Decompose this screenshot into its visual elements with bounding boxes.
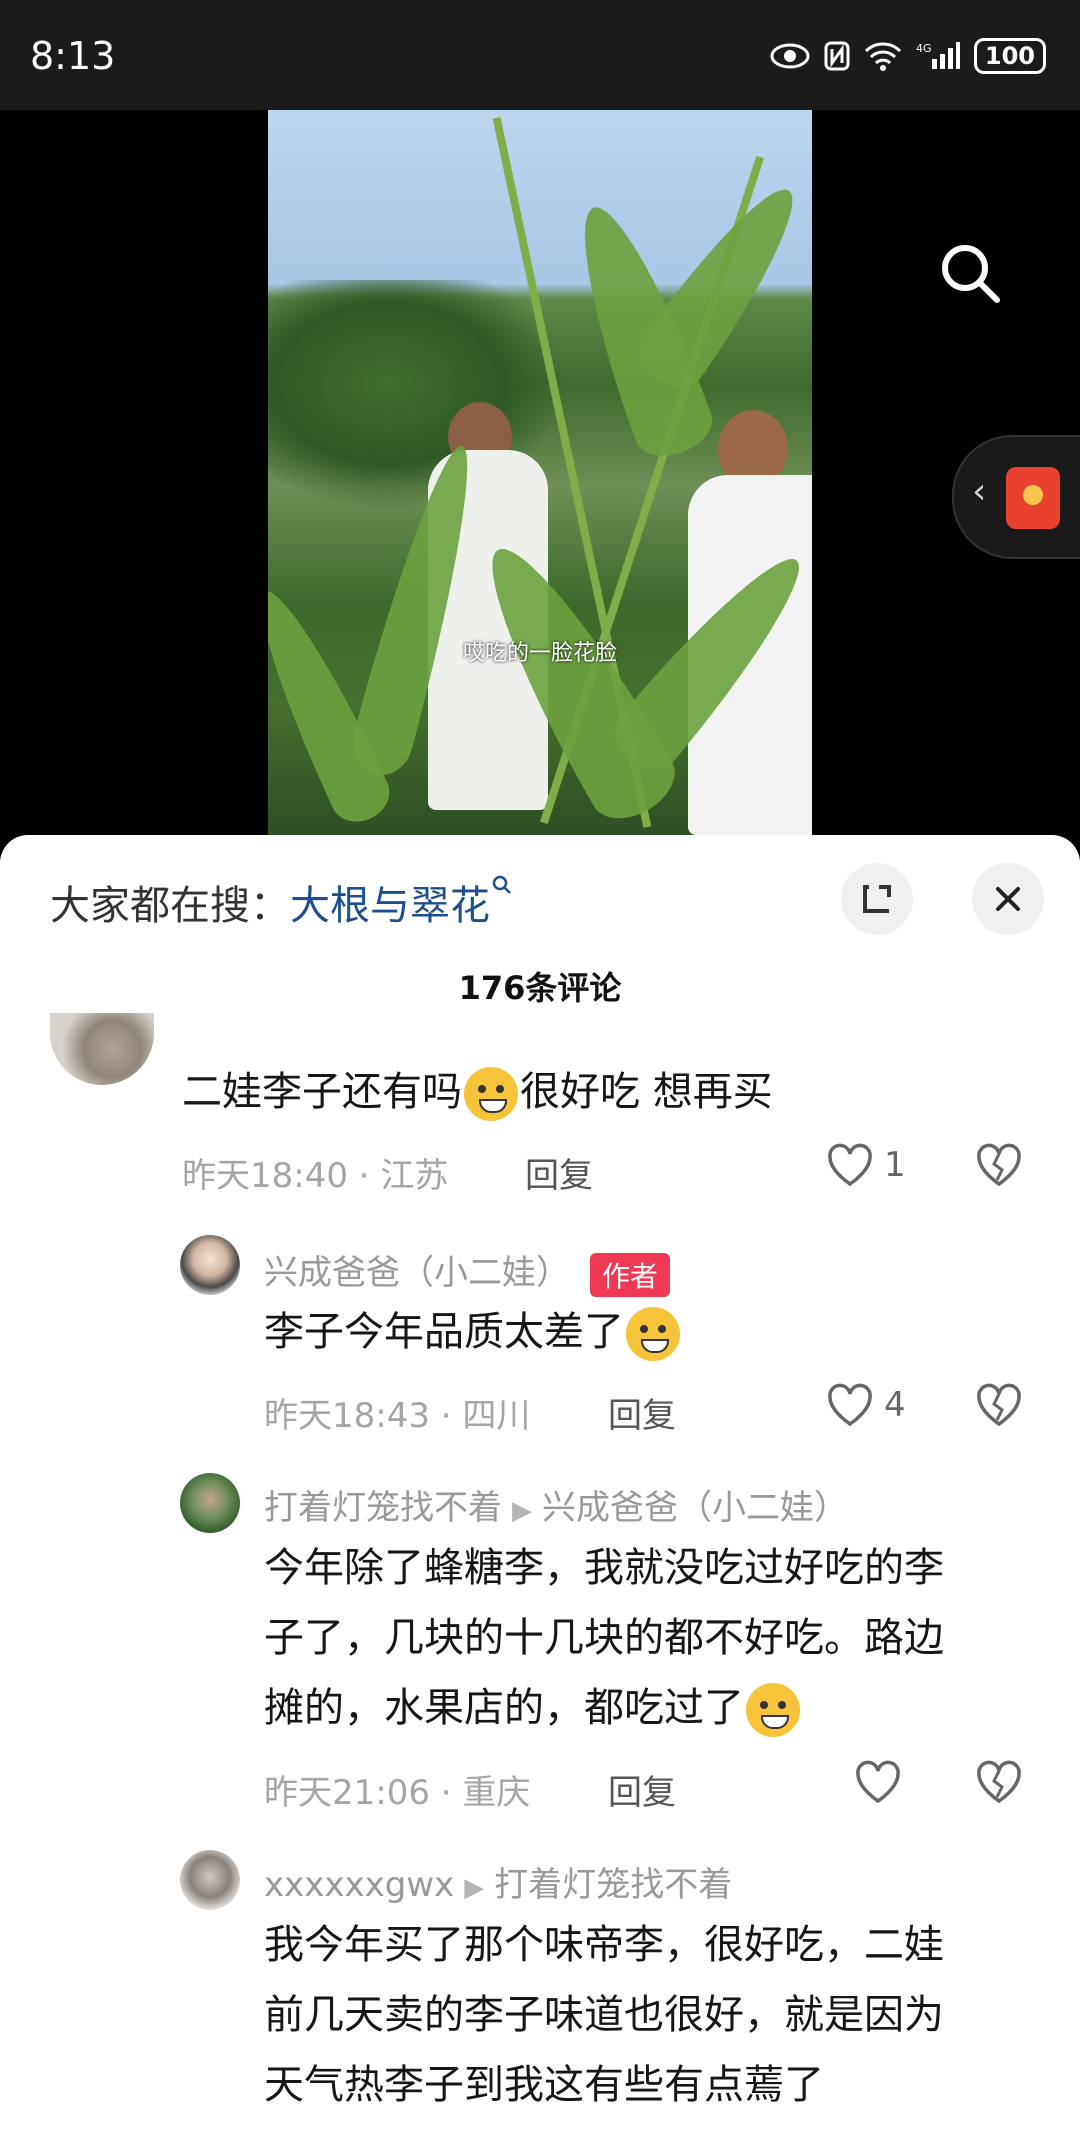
like-button[interactable]: 1	[826, 1143, 906, 1187]
dislike-button[interactable]	[975, 1143, 1023, 1191]
reply-arrow-icon: ▶	[464, 1873, 485, 1903]
wifi-icon	[864, 42, 901, 71]
heart-icon	[828, 1383, 872, 1427]
trending-label: 大家都在搜：	[50, 883, 290, 929]
comments-sheet: 大家都在搜：大根与翠花 176条评论 二娃李子还有吗 很好吃 想再买 昨天18:4…	[0, 835, 1080, 2139]
comment-text: 二娃李子还有吗 很好吃 想再买	[182, 1057, 773, 1127]
comment-meta: 昨天21:06 · 重庆	[264, 1773, 531, 1813]
broken-heart-icon	[977, 1383, 1021, 1427]
search-small-icon	[492, 875, 511, 894]
commenter-name[interactable]: xxxxxxgwx ▶ 打着灯笼找不着	[264, 1857, 732, 1906]
like-button[interactable]: 4	[826, 1383, 906, 1427]
comment-text: 李子今年品质太差了	[264, 1297, 682, 1367]
expand-button[interactable]	[841, 863, 913, 935]
red-packet-icon	[1006, 467, 1060, 529]
reply-button[interactable]: 回复	[608, 1388, 676, 1437]
comment-meta: 昨天18:43 · 四川	[264, 1396, 531, 1436]
broken-heart-icon	[977, 1143, 1021, 1187]
signal-icon: 4G	[916, 42, 960, 69]
avatar[interactable]	[180, 1850, 240, 1910]
avatar[interactable]	[180, 1235, 240, 1295]
reply-arrow-icon: ▶	[512, 1496, 532, 1526]
battery-indicator: 100	[973, 38, 1046, 74]
eye-icon	[770, 43, 810, 69]
emoji-icon	[464, 1067, 518, 1121]
nfc-icon	[824, 41, 850, 71]
avatar[interactable]	[180, 1473, 240, 1533]
reply-button[interactable]: 回复	[525, 1148, 593, 1197]
video-frame[interactable]: 哎吃的一脸花脸	[268, 110, 812, 835]
video-player[interactable]: 哎吃的一脸花脸 ‹	[0, 110, 1080, 840]
heart-icon	[828, 1143, 872, 1187]
svg-text:4G: 4G	[916, 42, 932, 55]
comment-meta: 昨天18:40 · 江苏	[182, 1156, 449, 1196]
status-bar: 8:13 4G 100	[0, 0, 1080, 110]
comment-text: 今年除了蜂糖李，我就没吃过好吃的李 子了，几块的十几块的都不好吃。路边 摊的，水…	[264, 1533, 944, 1743]
like-button[interactable]	[854, 1760, 902, 1804]
comment-count: 176条评论	[458, 969, 622, 1007]
close-button[interactable]	[972, 863, 1044, 935]
status-time: 8:13	[30, 34, 116, 78]
chevron-left-icon: ‹	[972, 471, 987, 512]
avatar[interactable]	[50, 1013, 154, 1085]
commenter-name[interactable]: 兴成爸爸（小二娃） 作者	[264, 1245, 671, 1297]
reply-button[interactable]: 回复	[608, 1765, 676, 1814]
broken-heart-icon	[977, 1760, 1021, 1804]
dislike-button[interactable]	[975, 1760, 1023, 1808]
red-packet-pill[interactable]: ‹	[952, 435, 1080, 559]
expand-icon	[863, 885, 891, 913]
trending-term[interactable]: 大根与翠花	[290, 883, 490, 929]
dislike-button[interactable]	[975, 1383, 1023, 1431]
emoji-icon	[746, 1683, 800, 1737]
emoji-icon	[626, 1307, 680, 1361]
commenter-name[interactable]: 打着灯笼找不着 ▶ 兴成爸爸（小二娃）	[264, 1480, 848, 1529]
status-icons: 4G 100	[770, 38, 1046, 74]
trending-search[interactable]: 大家都在搜：大根与翠花	[50, 873, 514, 931]
video-caption: 哎吃的一脸花脸	[462, 641, 617, 666]
search-icon	[942, 245, 1000, 303]
comment-text: 我今年买了那个味帝李，很好吃，二娃 前几天卖的李子味道也很好，就是因为 天气热李…	[264, 1922, 944, 2108]
author-badge: 作者	[590, 1252, 671, 1297]
search-button[interactable]	[935, 238, 1005, 308]
heart-icon	[856, 1760, 900, 1804]
close-icon	[996, 887, 1020, 911]
